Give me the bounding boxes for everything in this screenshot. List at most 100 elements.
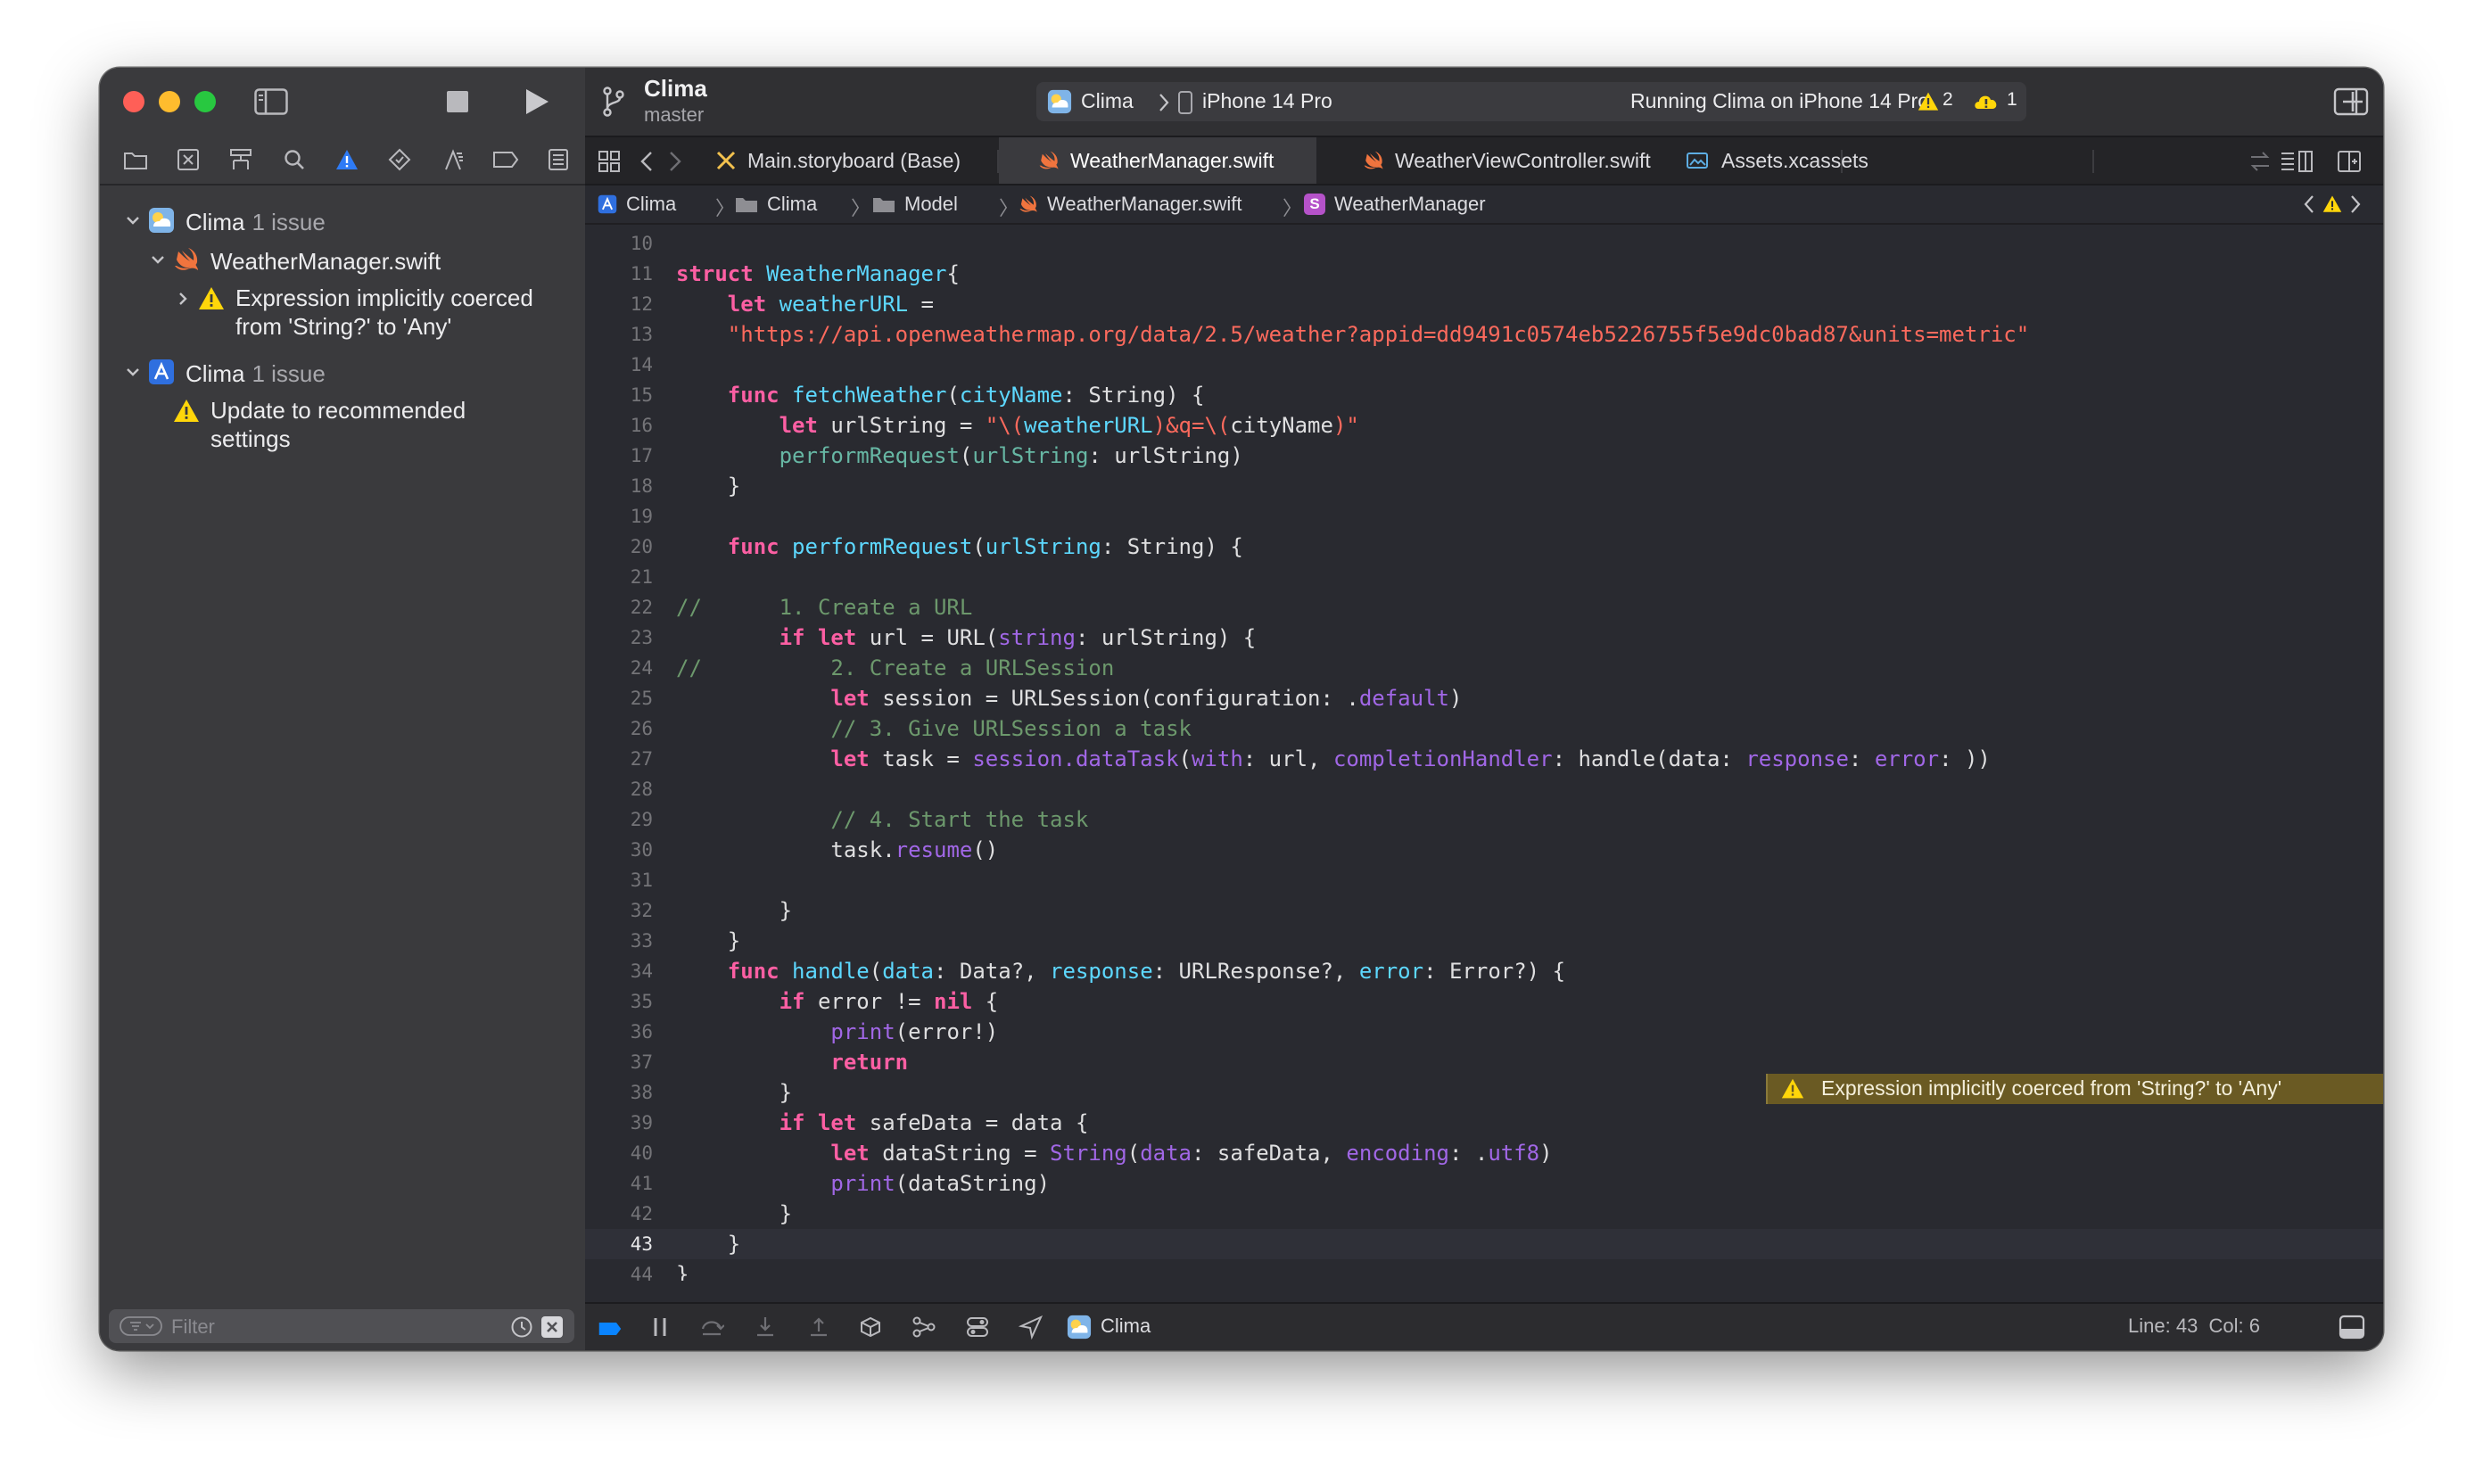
code-line[interactable]: 28 bbox=[585, 774, 2383, 804]
line-number[interactable]: 27 bbox=[585, 748, 653, 770]
code-text[interactable]: let dataString = String(data: safeData, … bbox=[676, 1141, 1552, 1166]
line-number[interactable]: 29 bbox=[585, 809, 653, 830]
issue-item-coerced[interactable]: Expression implicitly coerced from 'Stri… bbox=[100, 280, 585, 353]
test-icon[interactable] bbox=[374, 135, 426, 185]
code-line[interactable]: 29 // 4. Start the task bbox=[585, 804, 2383, 835]
line-number[interactable]: 42 bbox=[585, 1203, 653, 1224]
jump-project[interactable]: Clima bbox=[598, 193, 676, 216]
code-text[interactable]: if error != nil { bbox=[676, 989, 999, 1014]
code-line[interactable]: 20 func performRequest(urlString: String… bbox=[585, 532, 2383, 562]
step-over-icon[interactable] bbox=[699, 1315, 724, 1340]
code-line[interactable]: 16 let urlString = "\(weatherURL)&q=\(ci… bbox=[585, 410, 2383, 441]
console-toggle-icon[interactable] bbox=[598, 1316, 623, 1341]
code-line[interactable]: 33 } bbox=[585, 926, 2383, 956]
line-number[interactable]: 28 bbox=[585, 779, 653, 800]
code-text[interactable]: let session = URLSession(configuration: … bbox=[676, 686, 1462, 711]
code-text[interactable]: return bbox=[676, 1050, 908, 1075]
swap-icon[interactable] bbox=[2248, 150, 2273, 173]
code-text[interactable]: let urlString = "\(weatherURL)&q=\(cityN… bbox=[676, 413, 1359, 438]
chevron-down-icon[interactable] bbox=[123, 362, 143, 382]
code-text[interactable]: print(error!) bbox=[676, 1019, 998, 1044]
pause-icon[interactable] bbox=[648, 1315, 672, 1340]
line-number[interactable]: 15 bbox=[585, 384, 653, 406]
hide-debug-area-icon[interactable] bbox=[2339, 1315, 2365, 1340]
code-text[interactable]: } bbox=[676, 1201, 792, 1226]
line-number[interactable]: 12 bbox=[585, 293, 653, 315]
code-line[interactable]: 15 func fetchWeather(cityName: String) { bbox=[585, 380, 2383, 410]
related-items-icon[interactable] bbox=[598, 150, 621, 173]
code-line[interactable]: 21 bbox=[585, 562, 2383, 592]
line-number[interactable]: 44 bbox=[585, 1264, 653, 1281]
report-icon[interactable] bbox=[532, 135, 585, 185]
zoom-window-button[interactable] bbox=[194, 91, 216, 112]
jump-symbol[interactable]: S WeatherManager bbox=[1304, 193, 1486, 216]
code-line[interactable]: 31 bbox=[585, 865, 2383, 895]
code-line[interactable]: 34 func handle(data: Data?, response: UR… bbox=[585, 956, 2383, 986]
debug-icon[interactable] bbox=[426, 135, 479, 185]
code-line[interactable]: 22 // 1. Create a URL bbox=[585, 592, 2383, 622]
warning-icon[interactable] bbox=[2322, 194, 2342, 214]
code-text[interactable]: // 4. Start the task bbox=[676, 807, 1088, 832]
code-text[interactable]: func fetchWeather(cityName: String) { bbox=[676, 383, 1205, 408]
chevron-right-icon[interactable] bbox=[173, 289, 193, 309]
code-text[interactable]: } bbox=[676, 1080, 792, 1105]
previous-issue-icon[interactable] bbox=[2303, 194, 2315, 214]
line-number[interactable]: 33 bbox=[585, 930, 653, 952]
step-into-icon[interactable] bbox=[753, 1315, 778, 1340]
close-window-button[interactable] bbox=[123, 91, 144, 112]
code-line[interactable]: 11 struct WeatherManager{ bbox=[585, 259, 2383, 289]
line-number[interactable]: 26 bbox=[585, 718, 653, 739]
code-line[interactable]: 42 } bbox=[585, 1199, 2383, 1229]
line-number[interactable]: 38 bbox=[585, 1082, 653, 1103]
code-text[interactable]: let weatherURL = bbox=[676, 292, 934, 317]
line-number[interactable]: 30 bbox=[585, 839, 653, 861]
line-number[interactable]: 11 bbox=[585, 263, 653, 284]
view-hierarchy-icon[interactable] bbox=[858, 1315, 883, 1340]
code-line[interactable]: 35 if error != nil { bbox=[585, 986, 2383, 1017]
code-line[interactable]: 27 let task = session.dataTask(with: url… bbox=[585, 744, 2383, 774]
issue-navigator-icon[interactable] bbox=[320, 135, 373, 185]
code-text[interactable]: } bbox=[676, 1262, 689, 1281]
location-icon[interactable] bbox=[1019, 1315, 1044, 1340]
code-line[interactable]: 30 task.resume() bbox=[585, 835, 2383, 865]
code-text[interactable]: task.resume() bbox=[676, 837, 998, 862]
code-line[interactable]: 36 print(error!) bbox=[585, 1017, 2383, 1047]
back-icon[interactable] bbox=[639, 150, 655, 173]
code-text[interactable]: // 2. Create a URLSession bbox=[676, 655, 1114, 680]
line-number[interactable]: 39 bbox=[585, 1112, 653, 1134]
code-text[interactable]: } bbox=[676, 1232, 740, 1257]
recent-clock-icon[interactable] bbox=[510, 1315, 533, 1339]
line-number[interactable]: 18 bbox=[585, 475, 653, 497]
code-line[interactable]: 44} bbox=[585, 1259, 2383, 1281]
tab-weatherviewcontroller[interactable]: WeatherViewController.swift bbox=[1327, 137, 1684, 184]
code-text[interactable]: print(dataString) bbox=[676, 1171, 1050, 1196]
device-selector[interactable]: iPhone 14 Pro bbox=[1202, 89, 1332, 113]
environment-overrides-icon[interactable] bbox=[965, 1315, 990, 1340]
next-issue-icon[interactable] bbox=[2349, 194, 2362, 214]
breakpoint-icon[interactable] bbox=[479, 135, 532, 185]
find-icon[interactable] bbox=[268, 135, 320, 185]
code-line[interactable]: 17 performRequest(urlString: urlString) bbox=[585, 441, 2383, 471]
line-number[interactable]: 24 bbox=[585, 657, 653, 679]
chevron-down-icon[interactable] bbox=[148, 250, 168, 269]
split-editor-icon[interactable] bbox=[2337, 150, 2362, 173]
code-text[interactable]: func handle(data: Data?, response: URLRe… bbox=[676, 959, 1565, 984]
issue-group-clima[interactable]: Clima 1 issue bbox=[100, 202, 585, 241]
code-text[interactable]: } bbox=[676, 898, 792, 923]
code-line[interactable]: 25 let session = URLSession(configuratio… bbox=[585, 683, 2383, 713]
scheme-selector[interactable]: Clima bbox=[1081, 89, 1134, 113]
code-text[interactable]: // 1. Create a URL bbox=[676, 595, 972, 620]
editor-options-icon[interactable] bbox=[2280, 150, 2315, 173]
inline-warning-banner[interactable]: Expression implicitly coerced from 'Stri… bbox=[1766, 1074, 2383, 1104]
jump-folder-clima[interactable]: Clima bbox=[735, 193, 817, 216]
code-line[interactable]: 43 } bbox=[585, 1229, 2383, 1259]
line-number[interactable]: 17 bbox=[585, 445, 653, 466]
line-number[interactable]: 31 bbox=[585, 870, 653, 891]
jump-folder-model[interactable]: Model bbox=[872, 193, 958, 216]
code-text[interactable]: } bbox=[676, 928, 740, 953]
code-text[interactable]: let task = session.dataTask(with: url, c… bbox=[676, 746, 1990, 771]
code-line[interactable]: 39 if let safeData = data { bbox=[585, 1108, 2383, 1138]
cloud-warning-icon[interactable] bbox=[1973, 91, 2000, 112]
code-text[interactable]: } bbox=[676, 474, 740, 499]
issue-group-clima-project[interactable]: Clima 1 issue bbox=[100, 353, 585, 392]
